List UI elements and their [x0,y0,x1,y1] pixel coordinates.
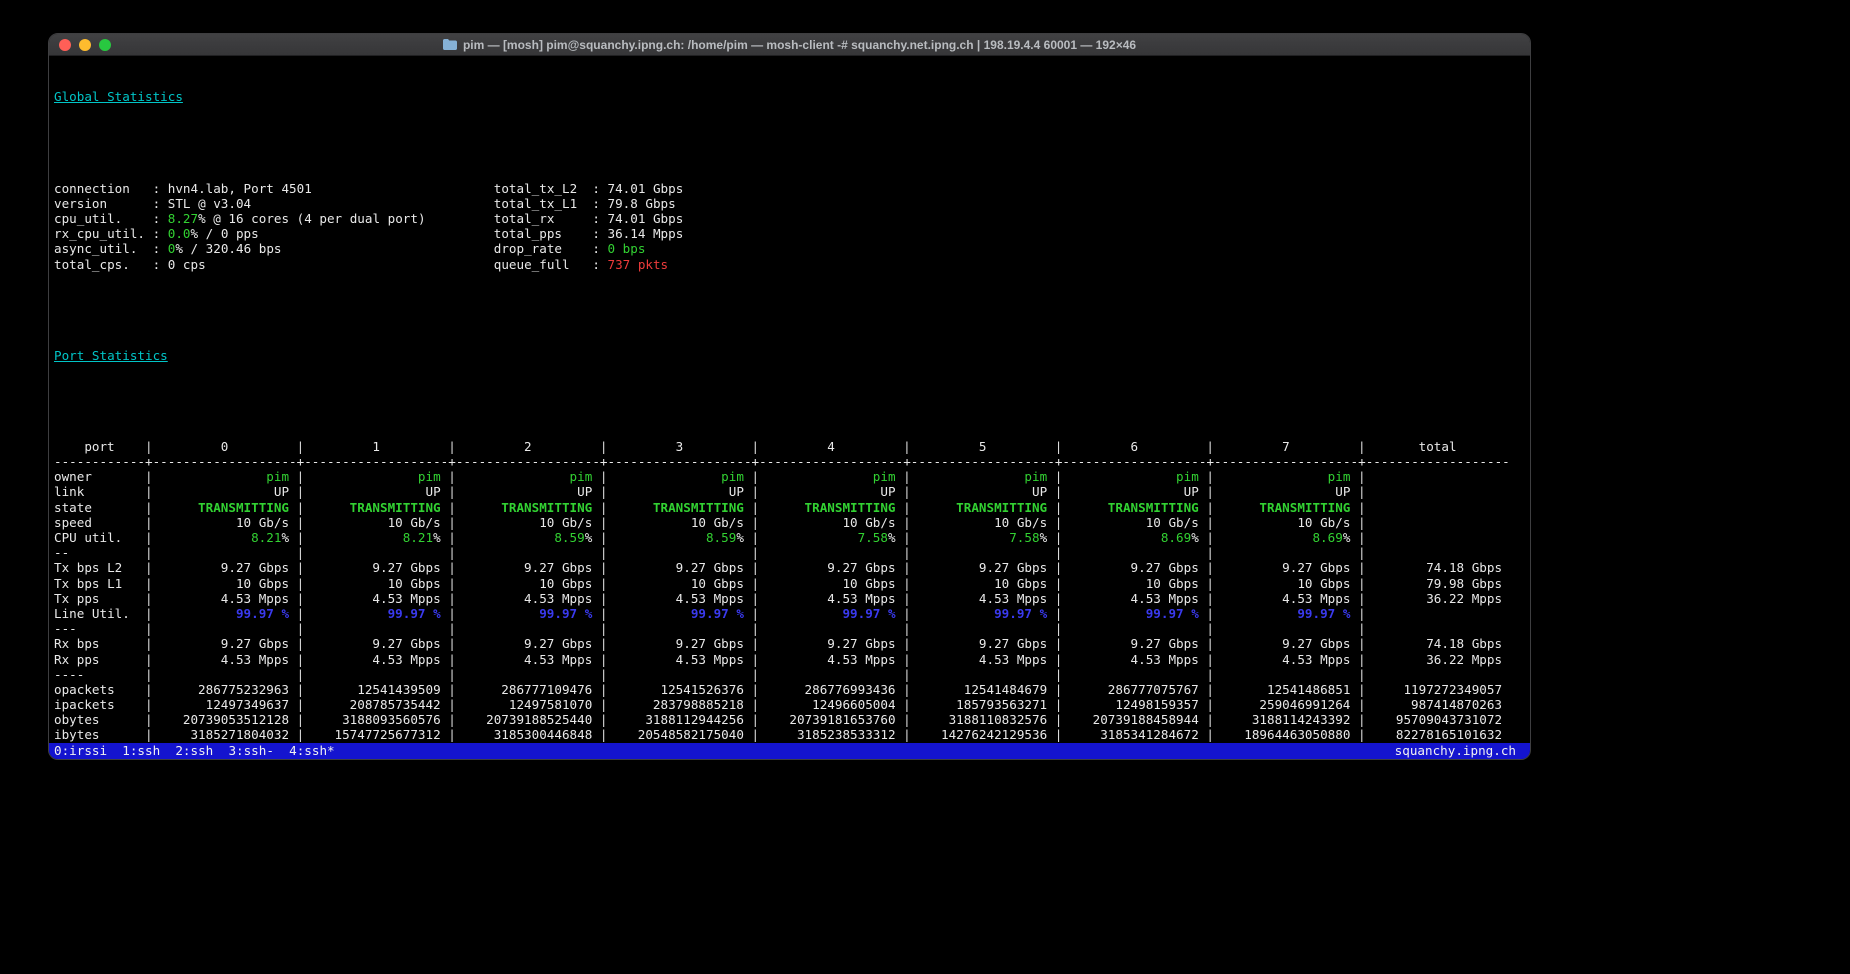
table-header-row: port|0|1|2|3|4|5|6|7|total [54,439,1530,454]
table-row-Tx-bps-L1: Tx bps L1|10 Gbps|10 Gbps|10 Gbps|10 Gbp… [54,576,1530,591]
tmux-window[interactable]: 2:ssh [175,743,213,758]
folder-icon [443,39,457,50]
stat-total-pps: total_pps: 36.14 Mpps [494,226,684,241]
global-stats-lines: connection: hvn4.lab, Port 4501 total_tx_… [54,181,1530,272]
table-row--: ----||||||||| [54,667,1530,682]
stat-total-cps-: total_cps.: 0 cps [54,257,206,272]
blank-line [54,302,1530,317]
table-separator: ------------+-------------------+-------… [54,454,1530,469]
tmux-statusbar: 0:irssi 1:ssh 2:ssh 3:ssh- 4:ssh* squanc… [49,743,1530,759]
tmux-windows: 0:irssi 1:ssh 2:ssh 3:ssh- 4:ssh* [54,743,335,759]
tmux-hostname: squanchy.ipng.ch [1395,743,1516,759]
traffic-lights [59,39,111,51]
table-row-state: state|TRANSMITTING|TRANSMITTING|TRANSMIT… [54,500,1530,515]
global-stat-line: version: STL @ v3.04 total_tx_L1: 79.8 Gb… [54,196,1530,211]
tmux-window[interactable]: 4:ssh* [289,743,335,758]
global-stat-line: rx_cpu_util.: 0.0% / 0 pps total_pps: 36.… [54,226,1530,241]
table-row-speed: speed|10 Gb/s|10 Gb/s|10 Gb/s|10 Gb/s|10… [54,515,1530,530]
table-row--: --||||||||| [54,545,1530,560]
stat-async-util-: async_util.: 0% / 320.46 bps [54,241,281,256]
table-row-CPU-util-: CPU util.|8.21%|8.21%|8.59%|8.59%|7.58%|… [54,530,1530,545]
table-row-link: link|UP|UP|UP|UP|UP|UP|UP|UP| [54,484,1530,499]
table-row-Tx-bps-L2: Tx bps L2|9.27 Gbps|9.27 Gbps|9.27 Gbps|… [54,560,1530,575]
table-row-Rx-bps: Rx bps|9.27 Gbps|9.27 Gbps|9.27 Gbps|9.2… [54,636,1530,651]
tmux-window[interactable]: 0:irssi [54,743,107,758]
port-table: port|0|1|2|3|4|5|6|7|total------------+-… [54,439,1530,743]
stat-total-tx-L1: total_tx_L1: 79.8 Gbps [494,196,676,211]
terminal-content[interactable]: Global Statistics connection: hvn4.lab, … [49,56,1530,743]
stat-total-rx: total_rx: 74.01 Gbps [494,211,684,226]
stat-total-tx-L2: total_tx_L2: 74.01 Gbps [494,181,684,196]
window-titlebar[interactable]: pim — [mosh] pim@squanchy.ipng.ch: /home… [49,34,1530,56]
global-stat-line: connection: hvn4.lab, Port 4501 total_tx_… [54,181,1530,196]
global-statistics-heading: Global Statistics [54,89,1530,104]
minimize-button[interactable] [79,39,91,51]
table-row-Rx-pps: Rx pps|4.53 Mpps|4.53 Mpps|4.53 Mpps|4.5… [54,652,1530,667]
table-row--: ---||||||||| [54,621,1530,636]
window-title: pim — [mosh] pim@squanchy.ipng.ch: /home… [49,34,1530,55]
stat-queue-full: queue_full: 737 pkts [494,257,668,272]
terminal-window: pim — [mosh] pim@squanchy.ipng.ch: /home… [48,33,1531,760]
stat-cpu-util-: cpu_util.: 8.27% @ 16 cores (4 per dual … [54,211,426,226]
table-row-ibytes: ibytes|3185271804032|15747725677312|3185… [54,727,1530,742]
table-row-Tx-pps: Tx pps|4.53 Mpps|4.53 Mpps|4.53 Mpps|4.5… [54,591,1530,606]
global-stat-line: total_cps.: 0 cps queue_full: 737 pkts [54,257,1530,272]
blank-line [54,135,1530,150]
table-row-ipackets: ipackets|12497349637|208785735442|124975… [54,697,1530,712]
port-statistics-heading: Port Statistics [54,348,1530,363]
stat-drop-rate: drop_rate: 0 bps [494,241,646,256]
stat-connection: connection: hvn4.lab, Port 4501 [54,181,312,196]
window-title-text: pim — [mosh] pim@squanchy.ipng.ch: /home… [463,38,1136,52]
tmux-window[interactable]: 3:ssh- [228,743,274,758]
global-stat-line: cpu_util.: 8.27% @ 16 cores (4 per dual … [54,211,1530,226]
table-row-opackets: opackets|286775232963|12541439509|286777… [54,682,1530,697]
zoom-button[interactable] [99,39,111,51]
table-row-Line-Util-: Line Util.|99.97 %|99.97 %|99.97 %|99.97… [54,606,1530,621]
stat-version: version: STL @ v3.04 [54,196,251,211]
table-row-obytes: obytes|20739053512128|3188093560576|2073… [54,712,1530,727]
global-stat-line: async_util.: 0% / 320.46 bps drop_rate: 0… [54,241,1530,256]
table-row-owner: owner|pim|pim|pim|pim|pim|pim|pim|pim| [54,469,1530,484]
blank-line [54,393,1530,408]
tmux-window[interactable]: 1:ssh [122,743,160,758]
stat-rx-cpu-util-: rx_cpu_util.: 0.0% / 0 pps [54,226,259,241]
close-button[interactable] [59,39,71,51]
